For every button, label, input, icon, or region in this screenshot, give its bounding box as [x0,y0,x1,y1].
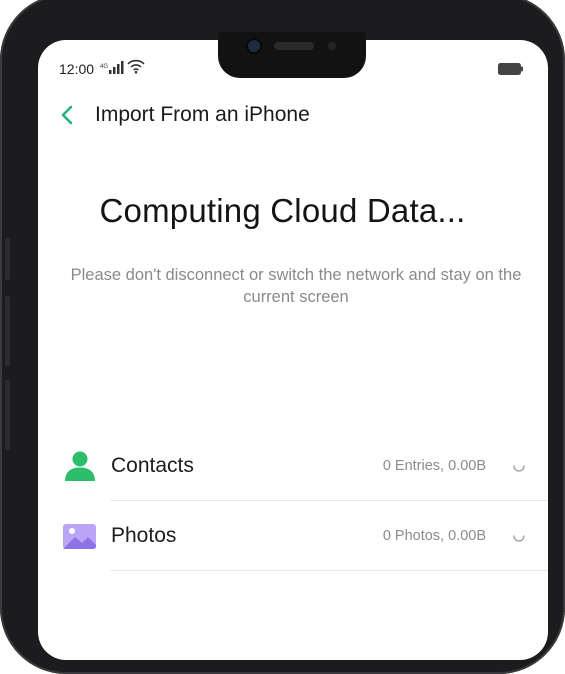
page-title: Import From an iPhone [95,103,310,126]
notch [218,32,366,78]
wifi-icon [127,58,145,79]
list-item-photos[interactable]: Photos 0 Photos, 0.00B [58,502,548,572]
status-time: 12:00 [59,61,95,77]
list-item-label: Contacts [111,454,194,477]
chevron-left-icon[interactable] [60,104,74,131]
front-camera [248,40,260,52]
svg-text:4G: 4G [100,64,108,70]
volume-down-button [5,380,10,450]
volume-up-button [5,296,10,366]
instruction-text: Please don't disconnect or switch the ne… [70,266,522,306]
mute-switch [5,238,10,280]
battery-icon [498,62,524,80]
proximity-sensor [328,42,336,50]
list-item-label: Photos [111,524,177,547]
list-item-meta: 0 Entries, 0.00B [382,458,486,474]
divider [110,500,548,501]
person-icon [62,448,98,489]
list-item-meta: 0 Photos, 0.00B [382,528,486,544]
spinner-icon [512,458,526,477]
photo-icon [62,518,98,559]
signal-icon: 4G [100,61,124,80]
progress-headline: Computing Cloud Data... [99,192,466,229]
divider [110,570,548,571]
earpiece-speaker [274,42,314,50]
spinner-icon [512,528,526,547]
list-item-contacts[interactable]: Contacts 0 Entries, 0.00B [58,432,548,502]
